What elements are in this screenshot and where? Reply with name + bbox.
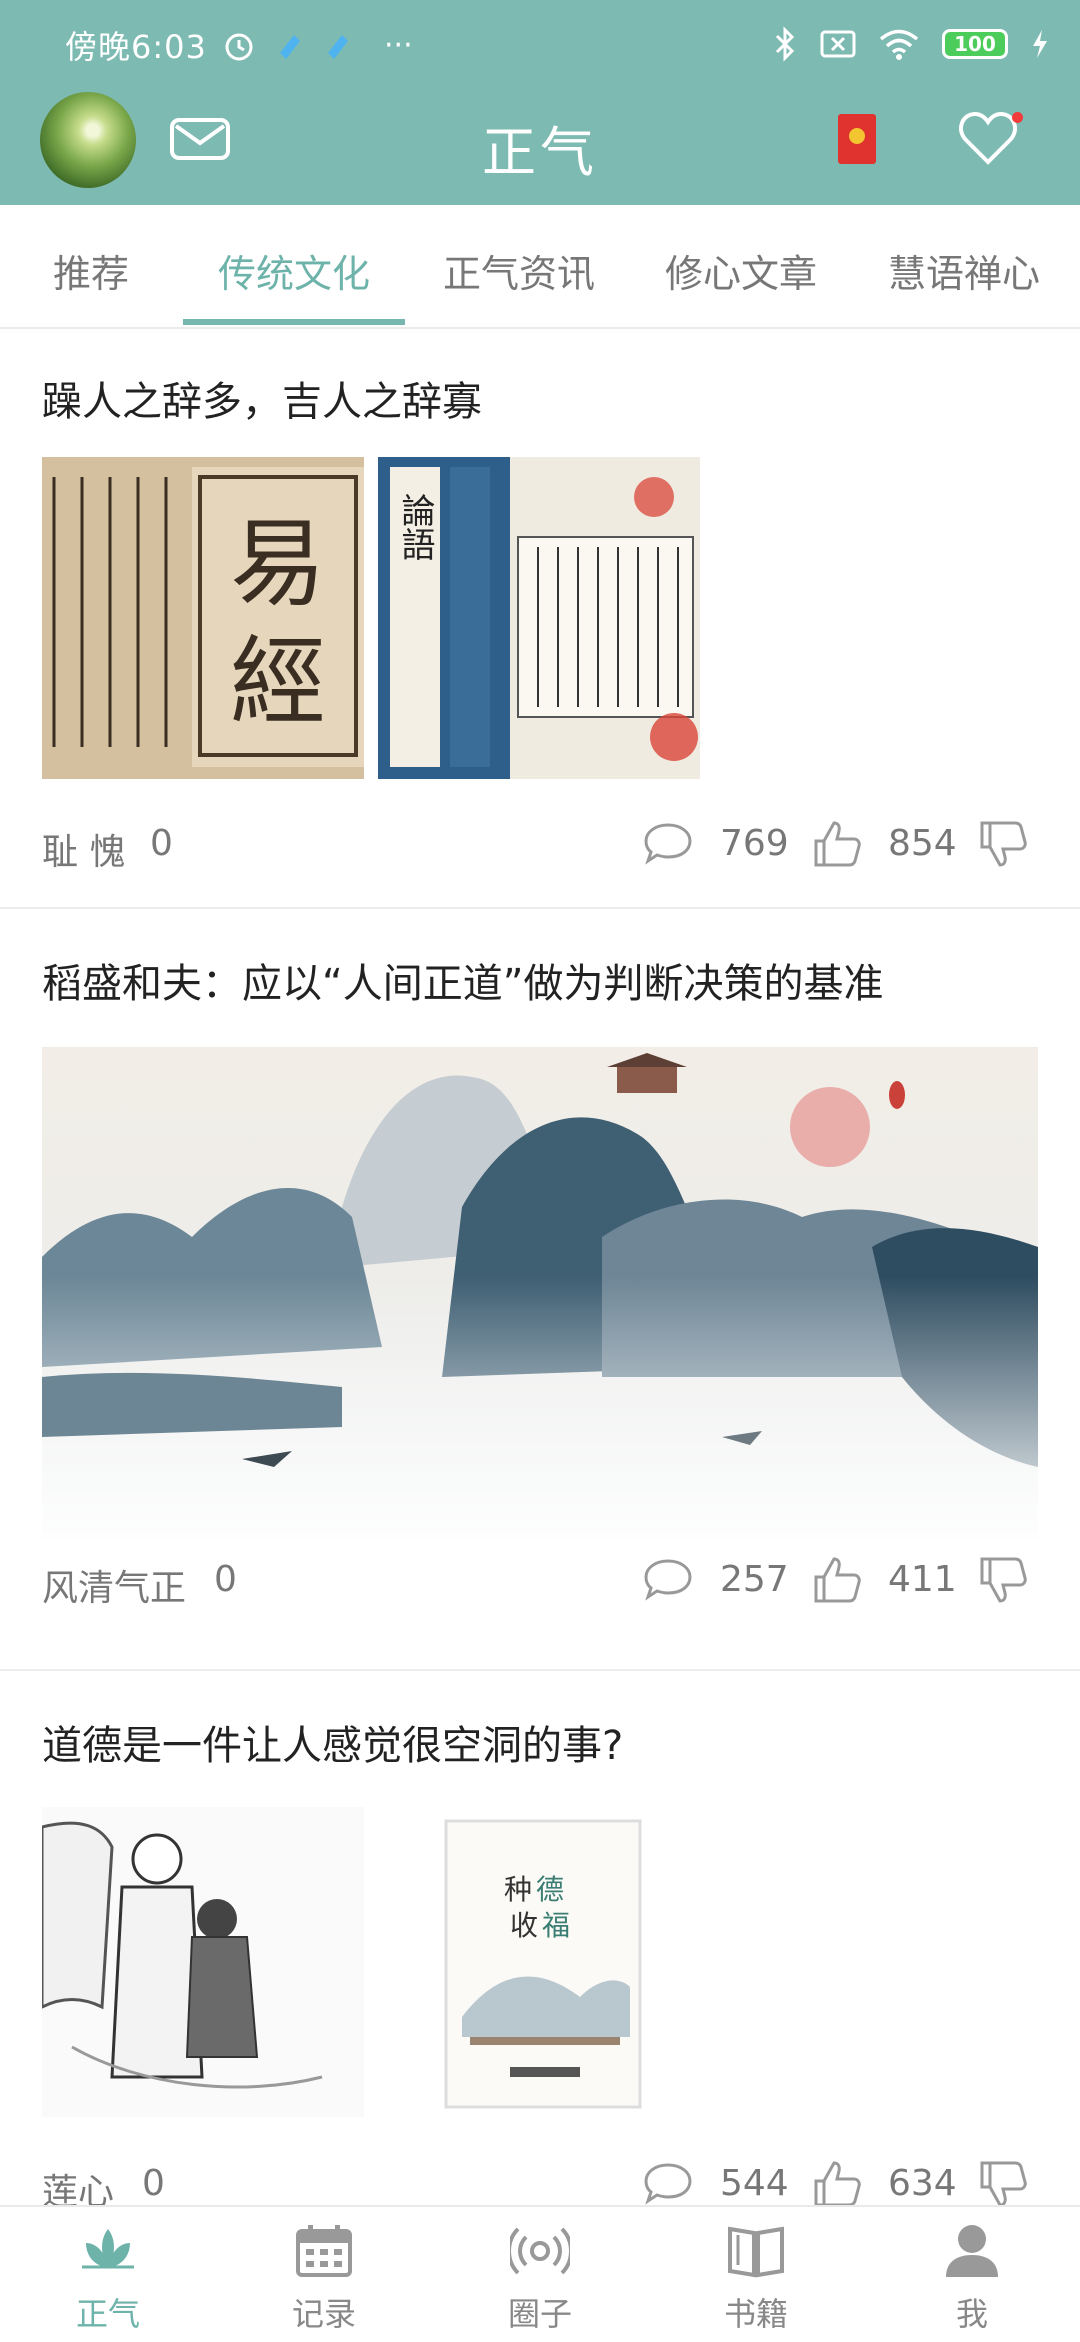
comment-count: 544 <box>720 2163 789 2204</box>
app-notification-icon <box>280 34 300 59</box>
nav-label: 书籍 <box>723 2295 788 2333</box>
article-card[interactable]: 道德是一件让人感觉很空洞的事? 种 德 收 福 莲心 0 544 634 <box>0 1671 1080 2205</box>
charging-icon <box>1033 30 1047 58</box>
person-icon <box>946 2225 998 2277</box>
cover-char-2: 德 <box>536 1873 564 1906</box>
nav-zhengqi[interactable]: 正气 <box>0 2207 216 2342</box>
author-count: 0 <box>214 1559 237 1600</box>
like-count: 854 <box>888 823 957 864</box>
nav-label: 我 <box>955 2295 988 2333</box>
ink-landscape-illustration <box>42 1047 1038 1539</box>
nav-label: 圈子 <box>507 2295 572 2333</box>
calendar-icon <box>296 2225 352 2277</box>
no-sim-icon <box>820 30 856 58</box>
heart-icon[interactable] <box>958 110 1018 166</box>
app-notification-icon <box>328 34 348 59</box>
author-count: 0 <box>142 2163 165 2204</box>
article-image-book[interactable]: 种 德 收 福 <box>440 1817 646 2113</box>
article-image-landscape[interactable] <box>42 1047 1038 1539</box>
app-title: 正气 <box>482 121 598 184</box>
cover-char-3: 收 <box>510 1909 538 1942</box>
author-name[interactable]: 风清气正 <box>42 1559 186 1611</box>
cover-char-1: 种 <box>504 1873 532 1906</box>
battery-icon: 100 <box>942 29 1008 59</box>
book-cover-illustration: 种 德 收 福 <box>444 1819 642 2109</box>
nav-circle[interactable]: 圈子 <box>432 2207 648 2342</box>
book-char-jing: 經 <box>230 626 326 738</box>
more-notifications-icon: ··· <box>384 28 413 63</box>
header: 傍晚6:03 ··· 100 正气 <box>0 0 1080 205</box>
notification-dot <box>1012 112 1023 123</box>
coin-icon <box>849 128 865 144</box>
broadcast-icon <box>510 2227 570 2275</box>
book-char-yi: 易 <box>230 508 326 620</box>
thumbs-down-icon[interactable] <box>978 2159 1028 2205</box>
nav-label: 正气 <box>75 2295 140 2333</box>
app-bar: 正气 <box>0 90 1080 205</box>
author-count: 0 <box>150 823 173 864</box>
nav-books[interactable]: 书籍 <box>648 2207 864 2342</box>
article-meta: 耻 愧 0 769 854 <box>42 815 1042 875</box>
nav-label: 记录 <box>291 2295 356 2333</box>
comment-icon[interactable] <box>642 1555 694 1603</box>
article-image-yijing[interactable]: 易 經 <box>42 457 364 779</box>
tab-news[interactable]: 正气资讯 <box>443 243 595 298</box>
article-title[interactable]: 道德是一件让人感觉很空洞的事? <box>42 1713 623 1771</box>
status-time: 傍晚6:03 <box>65 28 207 66</box>
article-card[interactable]: 稻盛和夫：应以“人间正道”做为判断决策的基准 风清气正 0 257 411 <box>0 909 1080 1669</box>
article-meta: 风清气正 0 257 411 <box>42 1551 1042 1611</box>
like-count: 634 <box>888 2163 957 2204</box>
tab-articles[interactable]: 修心文章 <box>665 243 817 298</box>
nav-records[interactable]: 记录 <box>216 2207 432 2342</box>
red-packet-icon[interactable] <box>838 114 876 164</box>
book-icon <box>728 2226 784 2278</box>
article-image-sketch[interactable] <box>42 1807 364 2117</box>
comment-icon[interactable] <box>642 819 694 867</box>
article-card[interactable]: 躁人之辞多，吉人之辞寡 易 經 論語 耻 愧 0 769 854 <box>0 327 1080 907</box>
alarm-icon <box>225 33 253 60</box>
lunyu-book-illustration: 論語 <box>378 457 700 779</box>
article-image-lunyu[interactable]: 論語 <box>378 457 700 779</box>
category-tabs: 推荐 传统文化 正气资讯 修心文章 慧语禅心 <box>0 205 1080 329</box>
wifi-icon <box>879 29 919 60</box>
thumbs-up-icon[interactable] <box>812 1555 862 1605</box>
active-tab-indicator <box>183 319 405 325</box>
nav-me[interactable]: 我 <box>864 2207 1080 2342</box>
cover-char-4: 福 <box>542 1909 570 1942</box>
article-title[interactable]: 躁人之辞多，吉人之辞寡 <box>42 369 482 427</box>
bluetooth-icon <box>775 26 795 62</box>
article-meta: 莲心 0 544 634 <box>42 2155 1042 2205</box>
status-bar: 傍晚6:03 ··· 100 <box>0 0 1080 90</box>
scholar-sketch-illustration <box>42 1807 364 2117</box>
status-left-icons: ··· <box>222 28 413 63</box>
thumbs-down-icon[interactable] <box>978 819 1028 869</box>
comment-count: 769 <box>720 823 789 864</box>
article-title[interactable]: 稻盛和夫：应以“人间正道”做为判断决策的基准 <box>42 951 883 1009</box>
tab-zen-words[interactable]: 慧语禅心 <box>888 243 1040 298</box>
yijing-book-illustration: 易 經 <box>42 457 364 779</box>
status-right-icons: 100 <box>772 26 1050 62</box>
thumbs-up-icon[interactable] <box>812 819 862 869</box>
author-name[interactable]: 莲心 <box>42 2163 114 2205</box>
book-title-lunyu: 論語 <box>395 493 435 561</box>
like-count: 411 <box>888 1559 957 1600</box>
bottom-nav: 正气 记录 圈子 书籍 我 <box>0 2205 1080 2342</box>
lotus-icon <box>82 2229 134 2269</box>
author-name[interactable]: 耻 愧 <box>42 823 125 875</box>
tab-traditional-culture[interactable]: 传统文化 <box>218 243 370 298</box>
tab-recommend[interactable]: 推荐 <box>53 243 129 298</box>
comment-icon[interactable] <box>642 2159 694 2205</box>
thumbs-up-icon[interactable] <box>812 2159 862 2205</box>
comment-count: 257 <box>720 1559 789 1600</box>
thumbs-down-icon[interactable] <box>978 1555 1028 1605</box>
